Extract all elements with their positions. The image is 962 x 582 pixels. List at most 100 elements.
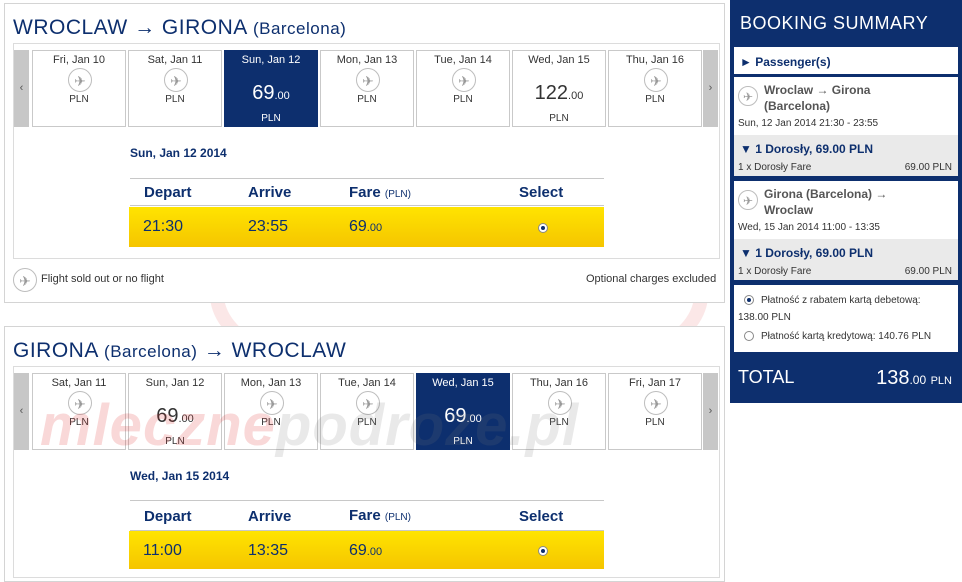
date-currency: PLN <box>549 417 569 428</box>
outbound-select-header: Select <box>519 184 564 201</box>
date-label: Sun, Jan 12 <box>241 54 301 66</box>
leg1-fare-toggle[interactable]: ▼ 1 Dorosły, 69.00 PLN <box>740 142 873 156</box>
leg1-route-line2: (Barcelona) <box>764 99 831 113</box>
date-price: 122.00 <box>513 82 605 105</box>
date-currency: PLN <box>261 113 281 124</box>
fare-header-unit: (PLN) <box>384 189 411 200</box>
date-label: Sat, Jan 11 <box>147 54 203 66</box>
date-label: Fri, Jan 17 <box>629 377 681 389</box>
outbound-depart-time: 21:30 <box>143 218 184 235</box>
date-currency: PLN <box>69 417 89 428</box>
inbound-flight-row[interactable]: 11:00 13:35 69.00 <box>129 531 604 569</box>
date-currency: PLN <box>69 94 89 105</box>
sold-out-plane-icon: ✈ <box>260 391 284 415</box>
outbound-date-cell[interactable]: Tue, Jan 14 ✈ PLN <box>416 50 510 127</box>
credit-card-label: Płatność kartą kredytową: 140.76 PLN <box>761 331 932 342</box>
outbound-date-cell[interactable]: Fri, Jan 10 ✈ PLN <box>32 50 126 127</box>
price-value: 69 <box>252 82 275 104</box>
credit-card-radio[interactable] <box>744 331 754 341</box>
leg1-fare-line: 1 x Dorosły Fare <box>738 162 812 173</box>
leg1-when: Sun, 12 Jan 2014 21:30 - 23:55 <box>738 118 879 129</box>
total-amount: 138 <box>876 367 910 389</box>
date-label: Wed, Jan 15 <box>432 377 494 389</box>
sold-out-plane-icon: ✈ <box>68 68 92 92</box>
leg2-fare-box: ▼ 1 Dorosły, 69.00 PLN 1 x Dorosły Fare … <box>734 239 958 280</box>
fare-header-label: Fare <box>349 184 381 201</box>
sold-out-plane-icon: ✈ <box>164 68 188 92</box>
price-cents: .00 <box>466 413 482 425</box>
outbound-prev-dates-button[interactable]: ‹ <box>14 50 29 127</box>
inbound-date-cell[interactable]: Sun, Jan 12 69.00 PLN <box>128 373 222 450</box>
inbound-route-title: GIRONA (Barcelona) → WROCLAW <box>13 339 346 363</box>
passengers-toggle[interactable]: ► Passenger(s) <box>734 47 958 74</box>
inbound-arrive-header: Arrive <box>248 508 292 525</box>
total-currency: PLN <box>930 375 952 387</box>
inbound-destination: WROCLAW <box>231 339 347 362</box>
date-label: Mon, Jan 13 <box>240 377 302 389</box>
outbound-arrive-time: 23:55 <box>248 218 289 235</box>
outbound-date-cell[interactable]: Thu, Jan 16 ✈ PLN <box>608 50 702 127</box>
sold-out-legend: Flight sold out or no flight <box>41 273 164 285</box>
outbound-next-dates-button[interactable]: › <box>703 50 718 127</box>
date-label: Sat, Jan 11 <box>51 377 107 389</box>
date-label: Fri, Jan 10 <box>53 54 105 66</box>
inbound-date-cell[interactable]: Mon, Jan 13 ✈ PLN <box>224 373 318 450</box>
inbound-select-header: Select <box>519 508 564 525</box>
date-label: Tue, Jan 14 <box>338 377 396 389</box>
outbound-origin: WROCLAW <box>13 16 128 39</box>
inbound-header-divider <box>130 500 604 501</box>
inbound-date-cell[interactable]: Thu, Jan 16 ✈ PLN <box>512 373 606 450</box>
inbound-depart-header: Depart <box>144 508 192 525</box>
leg1-fare-amount: 69.00 PLN <box>904 162 952 173</box>
inbound-prev-dates-button[interactable]: ‹ <box>14 373 29 450</box>
date-label: Thu, Jan 16 <box>529 377 589 389</box>
date-label: Wed, Jan 15 <box>528 54 590 66</box>
plane-icon: ✈ <box>738 86 758 106</box>
outbound-header-divider-bottom <box>130 205 604 206</box>
price-cents: .00 <box>178 413 194 425</box>
inbound-date-cell[interactable]: Sat, Jan 11 ✈ PLN <box>32 373 126 450</box>
total-value: 138.00 PLN <box>876 367 952 390</box>
inbound-fare: 69.00 <box>349 542 382 560</box>
sold-out-plane-icon: ✈ <box>644 68 668 92</box>
debit-card-label-line2: 138.00 PLN <box>738 312 791 323</box>
inbound-date-cell[interactable]: Tue, Jan 14 ✈ PLN <box>320 373 414 450</box>
price-value: 122 <box>534 82 569 104</box>
outbound-flight-row[interactable]: 21:30 23:55 69.00 <box>129 207 604 247</box>
date-currency: PLN <box>549 113 569 124</box>
sold-out-plane-icon: ✈ <box>356 391 380 415</box>
date-price: 69.00 <box>129 405 221 428</box>
sold-out-plane-icon: ✈ <box>548 391 572 415</box>
date-price: 69.00 <box>417 405 509 428</box>
date-currency: PLN <box>453 436 473 447</box>
outbound-select-radio[interactable] <box>538 223 548 233</box>
inbound-depart-time: 11:00 <box>143 542 182 559</box>
outbound-date-cell[interactable]: Sat, Jan 11 ✈ PLN <box>128 50 222 127</box>
inbound-origin-sub: (Barcelona) <box>104 342 198 361</box>
date-currency: PLN <box>357 94 377 105</box>
fare-header-unit: (PLN) <box>384 512 411 523</box>
leg2-fare-toggle[interactable]: ▼ 1 Dorosły, 69.00 PLN <box>740 246 873 260</box>
inbound-date-cell[interactable]: Fri, Jan 17 ✈ PLN <box>608 373 702 450</box>
inbound-next-dates-button[interactable]: › <box>703 373 718 450</box>
fare-cents: .00 <box>366 546 383 558</box>
inbound-date-cell[interactable]: Wed, Jan 15 69.00 PLN <box>416 373 510 450</box>
inbound-select-radio[interactable] <box>538 546 548 556</box>
outbound-date-cell[interactable]: Mon, Jan 13 ✈ PLN <box>320 50 414 127</box>
plane-icon: ✈ <box>738 190 758 210</box>
price-value: 69 <box>156 405 179 427</box>
outbound-fare: 69.00 <box>349 218 382 236</box>
date-label: Thu, Jan 16 <box>625 54 685 66</box>
debit-card-radio[interactable] <box>744 295 754 305</box>
sold-out-plane-icon: ✈ <box>68 391 92 415</box>
date-currency: PLN <box>357 417 377 428</box>
date-label: Tue, Jan 14 <box>434 54 492 66</box>
sold-out-plane-icon: ✈ <box>13 268 37 292</box>
leg2-fare-line: 1 x Dorosły Fare <box>738 266 812 277</box>
outbound-date-cell[interactable]: Sun, Jan 12 69.00 PLN <box>224 50 318 127</box>
inbound-date-strip: Sat, Jan 11 ✈ PLN Sun, Jan 12 69.00 PLN Mon, J… <box>32 373 702 450</box>
route-arrow: → <box>203 339 226 362</box>
booking-summary-title: BOOKING SUMMARY <box>740 13 929 33</box>
outbound-depart-header: Depart <box>144 184 192 201</box>
outbound-date-cell[interactable]: Wed, Jan 15 122.00 PLN <box>512 50 606 127</box>
